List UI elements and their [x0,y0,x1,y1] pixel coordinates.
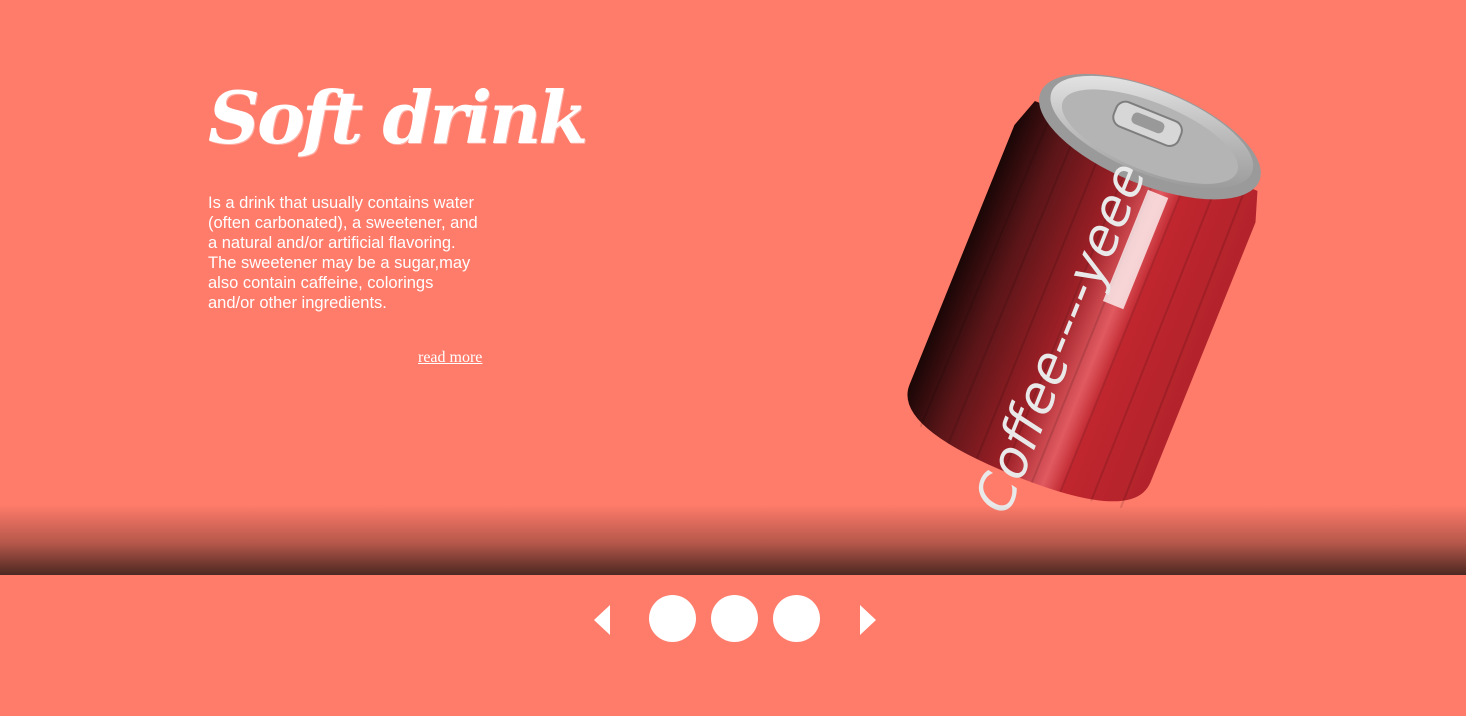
carousel-controls [0,575,1466,716]
triangle-right-icon[interactable] [860,605,876,635]
hero-title: Soft drink [208,75,588,160]
hero-description: Is a drink that usually contains water (… [208,194,478,312]
page: Soft drink Is a drink that usually conta… [0,0,1466,716]
triangle-left-icon[interactable] [594,605,610,635]
hero-section: Soft drink Is a drink that usually conta… [0,0,1466,575]
read-more-link[interactable]: read more [418,349,482,367]
soda-can-image: Coffee----yeee [880,40,1300,530]
hero-bottom-shadow [0,505,1466,575]
carousel-dot-1[interactable] [649,595,696,642]
carousel-dot-3[interactable] [773,595,820,642]
carousel-dot-2[interactable] [711,595,758,642]
soda-can-graphic: Coffee----yeee [907,73,1261,521]
